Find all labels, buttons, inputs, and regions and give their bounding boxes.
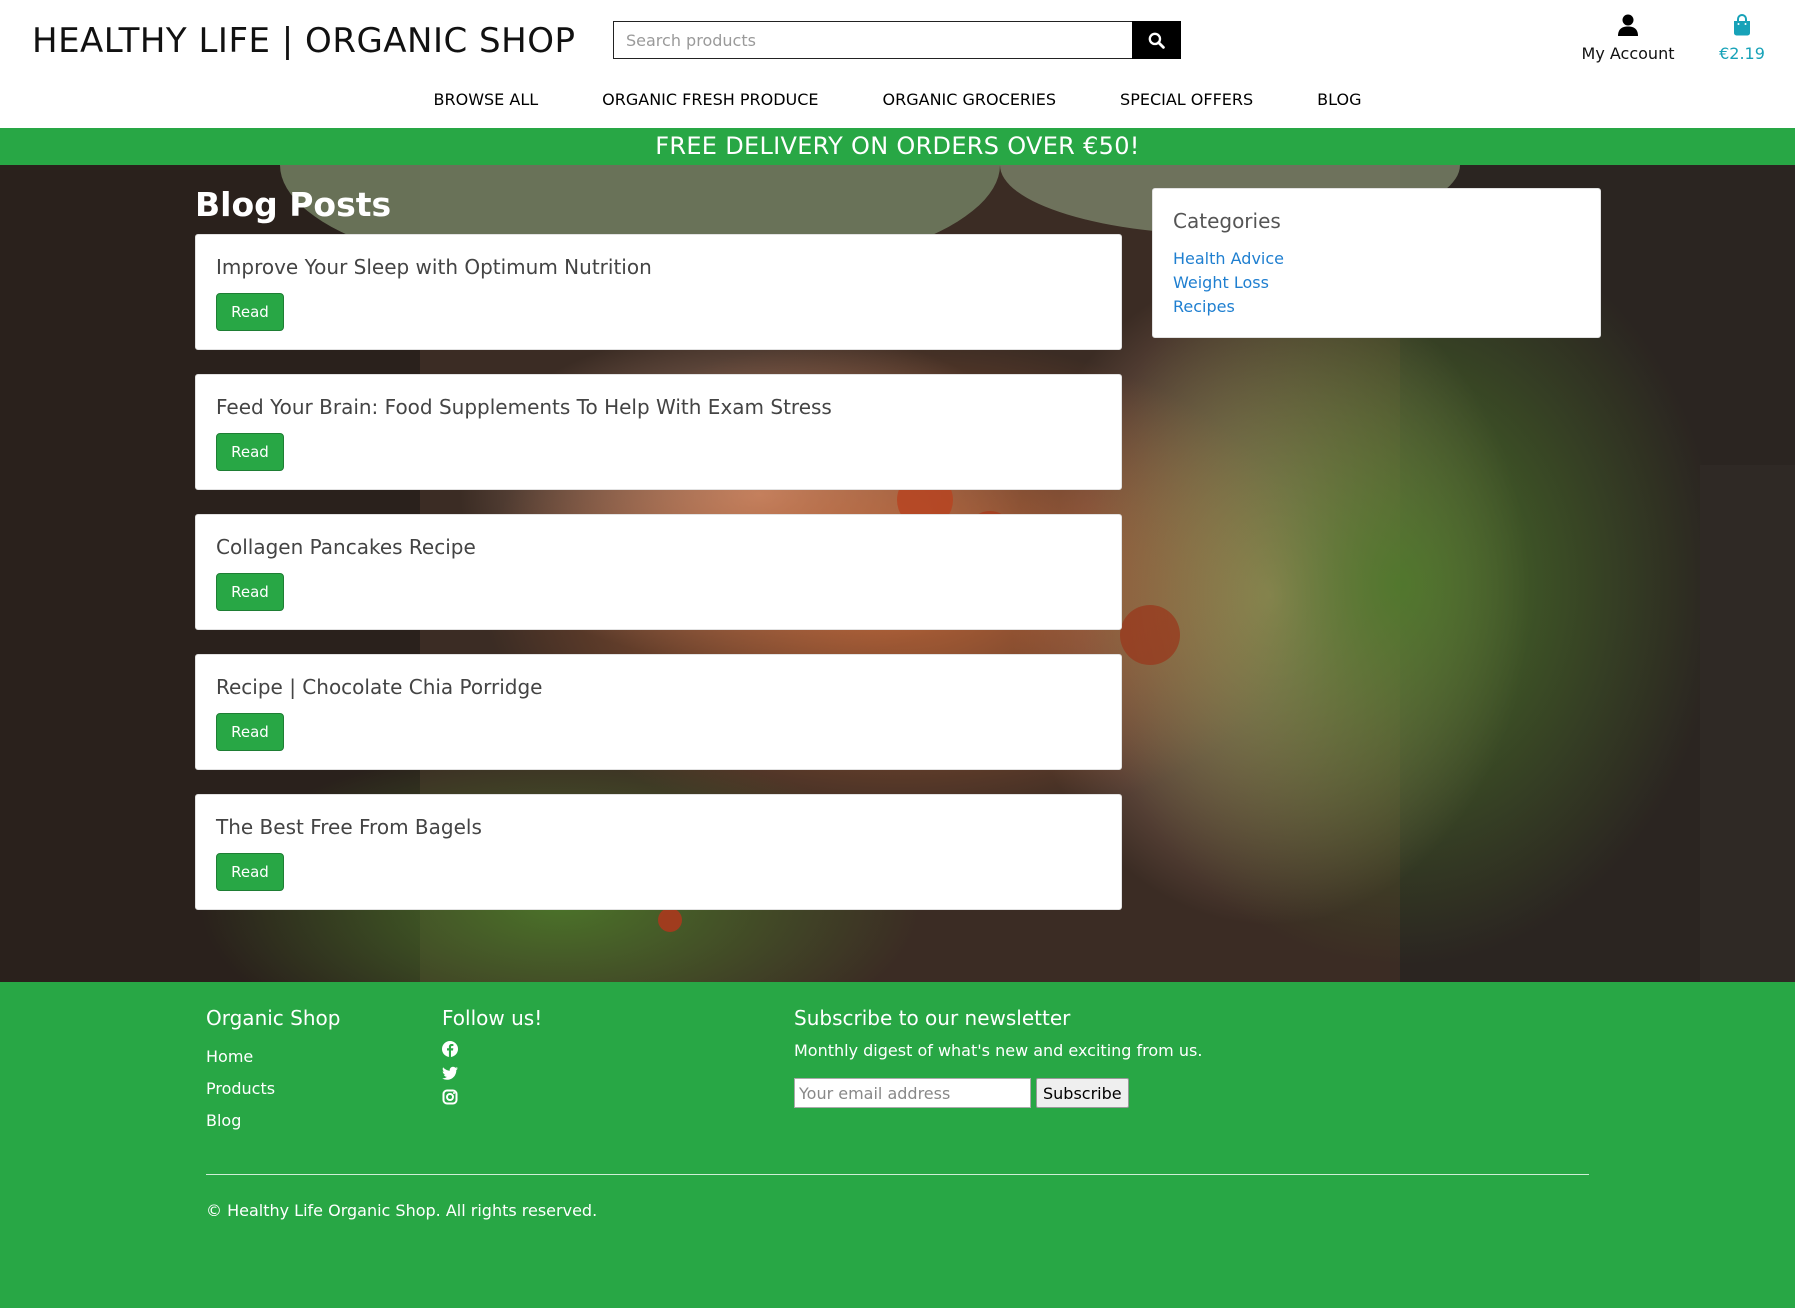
blog-post-title[interactable]: Collagen Pancakes Recipe — [216, 535, 476, 559]
newsletter-email-field[interactable] — [794, 1078, 1031, 1108]
nav-blog[interactable]: BLOG — [1317, 86, 1361, 116]
blog-post-card: Collagen Pancakes Recipe Read — [195, 514, 1122, 630]
cart-total: €2.19 — [1719, 44, 1765, 63]
categories-list: Health Advice Weight Loss Recipes — [1173, 247, 1284, 319]
nav-browse-all[interactable]: BROWSE ALL — [434, 86, 539, 116]
nav-special-offers[interactable]: SPECIAL OFFERS — [1120, 86, 1253, 116]
shopping-bag-icon — [1734, 14, 1750, 36]
search-button[interactable] — [1132, 21, 1181, 59]
social-links — [442, 1041, 458, 1113]
free-delivery-banner: FREE DELIVERY ON ORDERS OVER €50! — [0, 128, 1795, 165]
site-header: HEALTHY LIFE | ORGANIC SHOP My Account €… — [0, 0, 1795, 128]
follow-us-title: Follow us! — [442, 1006, 543, 1030]
categories-title: Categories — [1173, 209, 1281, 233]
subscribe-button[interactable]: Subscribe — [1036, 1078, 1129, 1108]
category-link-recipes[interactable]: Recipes — [1173, 295, 1284, 319]
blog-post-card: Feed Your Brain: Food Supplements To Hel… — [195, 374, 1122, 490]
blog-post-card: Recipe | Chocolate Chia Porridge Read — [195, 654, 1122, 770]
hero-section: Blog Posts Improve Your Sleep with Optim… — [0, 165, 1795, 982]
footer-shop-title: Organic Shop — [206, 1006, 341, 1030]
newsletter-form: Subscribe — [794, 1078, 1129, 1108]
read-button[interactable]: Read — [216, 433, 284, 471]
search-icon — [1148, 32, 1165, 49]
page-title: Blog Posts — [195, 185, 392, 224]
copyright-text: © Healthy Life Organic Shop. All rights … — [206, 1201, 598, 1220]
blog-post-title[interactable]: The Best Free From Bagels — [216, 815, 482, 839]
blog-post-title[interactable]: Improve Your Sleep with Optimum Nutritio… — [216, 255, 652, 279]
footer-links: Home Products Blog — [206, 1041, 275, 1137]
blog-post-card: Improve Your Sleep with Optimum Nutritio… — [195, 234, 1122, 350]
user-icon — [1618, 14, 1638, 36]
categories-panel: Categories Health Advice Weight Loss Rec… — [1152, 188, 1601, 338]
cart-link[interactable]: €2.19 — [1712, 14, 1772, 63]
site-logo[interactable]: HEALTHY LIFE | ORGANIC SHOP — [32, 21, 575, 61]
site-footer: Organic Shop Home Products Blog Follow u… — [0, 982, 1795, 1308]
main-navigation: BROWSE ALL ORGANIC FRESH PRODUCE ORGANIC… — [0, 86, 1795, 116]
footer-divider — [206, 1174, 1589, 1175]
facebook-icon[interactable] — [442, 1041, 458, 1057]
read-button[interactable]: Read — [216, 853, 284, 891]
search-bar — [613, 21, 1181, 59]
newsletter-description: Monthly digest of what's new and excitin… — [794, 1041, 1203, 1060]
footer-link-blog[interactable]: Blog — [206, 1105, 275, 1137]
instagram-icon[interactable] — [442, 1089, 458, 1105]
category-link-weight-loss[interactable]: Weight Loss — [1173, 271, 1284, 295]
nav-organic-fresh-produce[interactable]: ORGANIC FRESH PRODUCE — [602, 86, 818, 116]
search-input[interactable] — [613, 21, 1132, 59]
blog-post-card: The Best Free From Bagels Read — [195, 794, 1122, 910]
twitter-icon[interactable] — [442, 1065, 458, 1081]
newsletter-title: Subscribe to our newsletter — [794, 1006, 1071, 1030]
read-button[interactable]: Read — [216, 293, 284, 331]
my-account-link[interactable]: My Account — [1572, 14, 1684, 63]
nav-organic-groceries[interactable]: ORGANIC GROCERIES — [883, 86, 1057, 116]
category-link-health-advice[interactable]: Health Advice — [1173, 247, 1284, 271]
blog-post-title[interactable]: Recipe | Chocolate Chia Porridge — [216, 675, 542, 699]
my-account-label: My Account — [1581, 44, 1675, 63]
footer-link-home[interactable]: Home — [206, 1041, 275, 1073]
blog-post-title[interactable]: Feed Your Brain: Food Supplements To Hel… — [216, 395, 832, 419]
read-button[interactable]: Read — [216, 573, 284, 611]
read-button[interactable]: Read — [216, 713, 284, 751]
footer-link-products[interactable]: Products — [206, 1073, 275, 1105]
